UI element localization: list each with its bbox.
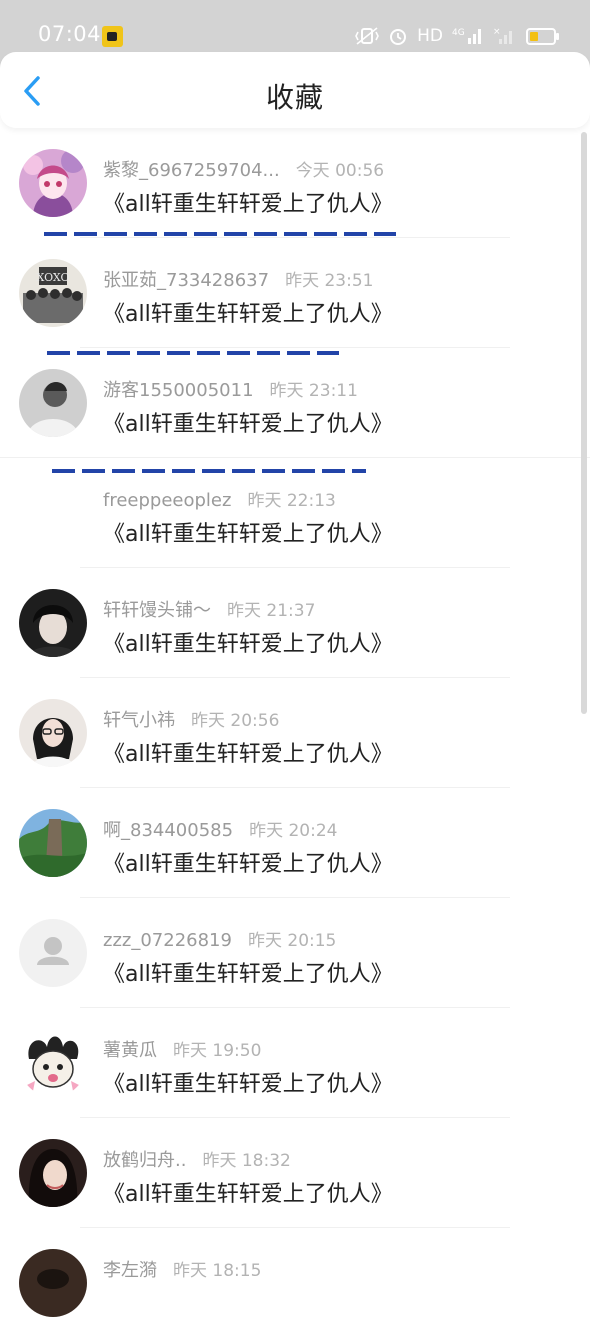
item-time: 昨天 18:15 bbox=[173, 1261, 262, 1281]
book-title[interactable]: 《all轩重生轩轩爱上了仇人》 bbox=[103, 846, 393, 878]
user-name[interactable]: 轩气小祎 bbox=[103, 710, 175, 731]
item-time: 昨天 23:51 bbox=[285, 271, 374, 291]
book-title[interactable]: 《all轩重生轩轩爱上了仇人》 bbox=[103, 626, 393, 658]
list-item[interactable]: 轩气小祎 昨天 20:56 《all轩重生轩轩爱上了仇人》 bbox=[0, 678, 590, 788]
avatar[interactable] bbox=[19, 1139, 87, 1207]
item-time: 昨天 19:50 bbox=[173, 1041, 262, 1061]
battery-icon bbox=[526, 27, 559, 45]
book-title[interactable]: 《all轩重生轩轩爱上了仇人》 bbox=[103, 736, 393, 768]
user-name[interactable]: 轩轩馒头铺～ bbox=[103, 600, 211, 621]
item-meta: freeppeeoplez 昨天 22:13 bbox=[103, 486, 336, 511]
list-item[interactable]: freeppeeoplez 昨天 22:13 《all轩重生轩轩爱上了仇人》 bbox=[0, 458, 590, 568]
status-time: 07:04 bbox=[38, 22, 102, 46]
list-item[interactable]: 李左漪 昨天 18:15 bbox=[0, 1228, 590, 1338]
list-item[interactable]: 啊_834400585 昨天 20:24 《all轩重生轩轩爱上了仇人》 bbox=[0, 788, 590, 898]
user-name[interactable]: 薯黄瓜 bbox=[103, 1040, 157, 1061]
item-meta: zzz_07226819 昨天 20:15 bbox=[103, 926, 336, 951]
item-time: 昨天 21:37 bbox=[227, 601, 316, 621]
book-title[interactable]: 《all轩重生轩轩爱上了仇人》 bbox=[103, 296, 393, 328]
default-avatar-icon[interactable] bbox=[19, 919, 87, 987]
avatar[interactable]: XOXO bbox=[19, 259, 87, 327]
item-meta: 游客1550005011 昨天 23:11 bbox=[103, 376, 358, 402]
avatar[interactable] bbox=[19, 369, 87, 437]
item-meta: 薯黄瓜 昨天 19:50 bbox=[103, 1036, 261, 1062]
app-notification-icon bbox=[102, 26, 123, 47]
item-meta: 放鹤归舟.. 昨天 18:32 bbox=[103, 1146, 291, 1172]
item-time: 昨天 20:56 bbox=[191, 711, 280, 731]
book-title[interactable]: 《all轩重生轩轩爱上了仇人》 bbox=[103, 186, 393, 218]
book-title[interactable]: 《all轩重生轩轩爱上了仇人》 bbox=[103, 516, 393, 548]
user-name[interactable]: zzz_07226819 bbox=[103, 930, 232, 951]
book-title[interactable]: 《all轩重生轩轩爱上了仇人》 bbox=[103, 1176, 393, 1208]
item-time: 昨天 20:24 bbox=[249, 821, 338, 841]
item-time: 昨天 18:32 bbox=[202, 1151, 291, 1171]
user-name[interactable]: 李左漪 bbox=[103, 1260, 157, 1281]
list-item[interactable]: zzz_07226819 昨天 20:15 《all轩重生轩轩爱上了仇人》 bbox=[0, 898, 590, 1008]
user-name[interactable]: 啊_834400585 bbox=[103, 820, 233, 841]
list-item[interactable]: 游客1550005011 昨天 23:11 《all轩重生轩轩爱上了仇人》 bbox=[0, 348, 590, 458]
book-title[interactable]: 《all轩重生轩轩爱上了仇人》 bbox=[103, 1066, 393, 1098]
favorites-list: 紫黎_6967259704... 今天 00:56 《all轩重生轩轩爱上了仇人》… bbox=[0, 128, 590, 1338]
item-meta: 张亚茹_733428637 昨天 23:51 bbox=[103, 266, 373, 292]
item-meta: 轩轩馒头铺～ 昨天 21:37 bbox=[103, 596, 315, 622]
item-meta: 李左漪 昨天 18:15 bbox=[103, 1256, 261, 1282]
scrollbar[interactable] bbox=[581, 132, 587, 714]
item-meta: 轩气小祎 昨天 20:56 bbox=[103, 706, 279, 732]
status-icons: HD 4G × bbox=[355, 22, 559, 50]
avatar[interactable] bbox=[19, 1029, 87, 1097]
item-meta: 啊_834400585 昨天 20:24 bbox=[103, 816, 337, 842]
network-icon: 4G bbox=[452, 28, 481, 44]
user-name[interactable]: freeppeeoplez bbox=[103, 490, 231, 511]
avatar[interactable] bbox=[19, 1249, 87, 1317]
alarm-icon bbox=[390, 29, 407, 45]
list-item[interactable]: 薯黄瓜 昨天 19:50 《all轩重生轩轩爱上了仇人》 bbox=[0, 1008, 590, 1118]
svg-text:4G: 4G bbox=[452, 28, 465, 38]
item-time: 今天 00:56 bbox=[295, 161, 385, 181]
book-title[interactable]: 《all轩重生轩轩爱上了仇人》 bbox=[103, 406, 393, 438]
annotation-dash-line bbox=[44, 232, 396, 236]
vibrate-icon bbox=[355, 27, 380, 45]
item-time: 昨天 20:15 bbox=[247, 931, 337, 951]
user-name[interactable]: 张亚茹_733428637 bbox=[103, 270, 269, 291]
avatar[interactable] bbox=[19, 809, 87, 877]
annotation-dash-line bbox=[52, 469, 366, 473]
signal-icon: × bbox=[493, 27, 512, 44]
list-item[interactable]: 放鹤归舟.. 昨天 18:32 《all轩重生轩轩爱上了仇人》 bbox=[0, 1118, 590, 1228]
user-name[interactable]: 紫黎_6967259704... bbox=[103, 160, 280, 181]
svg-text:XOXO: XOXO bbox=[36, 271, 69, 284]
user-name[interactable]: 游客1550005011 bbox=[103, 380, 254, 401]
item-time: 昨天 22:13 bbox=[247, 491, 336, 511]
svg-text:×: × bbox=[493, 27, 501, 37]
list-item[interactable]: 紫黎_6967259704... 今天 00:56 《all轩重生轩轩爱上了仇人》 bbox=[0, 128, 590, 238]
avatar[interactable] bbox=[19, 699, 87, 767]
list-item[interactable]: 轩轩馒头铺～ 昨天 21:37 《all轩重生轩轩爱上了仇人》 bbox=[0, 568, 590, 678]
nav-bar: 收藏 bbox=[0, 52, 590, 128]
list-item[interactable]: XOXO 张亚茹_733428637 昨天 23:51 《all轩重生轩轩爱上了仇… bbox=[0, 238, 590, 348]
book-title[interactable]: 《all轩重生轩轩爱上了仇人》 bbox=[103, 956, 393, 988]
avatar[interactable] bbox=[19, 149, 87, 217]
annotation-dash-line bbox=[47, 351, 339, 355]
page-title: 收藏 bbox=[265, 81, 324, 114]
item-meta: 紫黎_6967259704... 今天 00:56 bbox=[103, 156, 384, 182]
hd-icon: HD bbox=[417, 26, 443, 46]
item-time: 昨天 23:11 bbox=[269, 381, 358, 401]
avatar[interactable] bbox=[19, 589, 87, 657]
user-name[interactable]: 放鹤归舟.. bbox=[103, 1150, 186, 1171]
